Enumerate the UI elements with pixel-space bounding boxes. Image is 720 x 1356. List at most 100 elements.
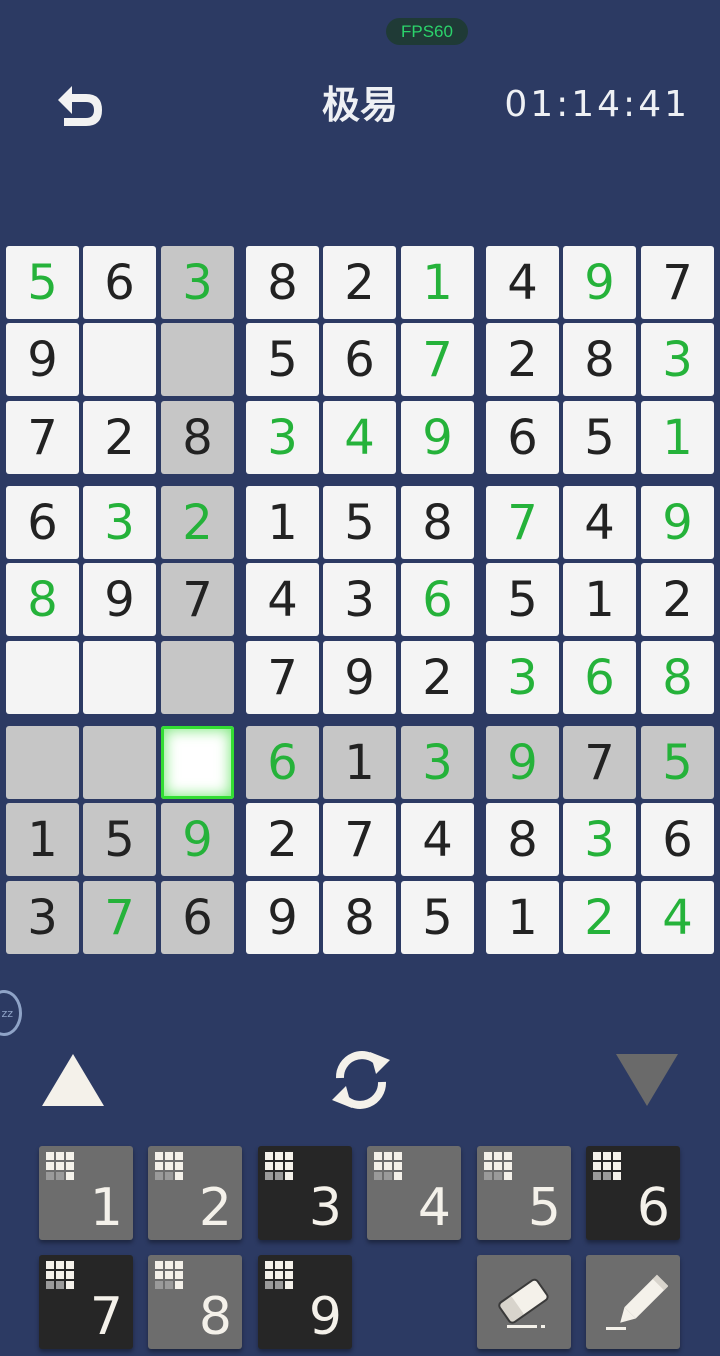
eraser-button[interactable] xyxy=(477,1255,571,1349)
board-cell[interactable]: 4 xyxy=(323,401,396,474)
board-cell[interactable] xyxy=(161,641,234,714)
board-cell[interactable]: 3 xyxy=(323,563,396,636)
board-cell[interactable]: 3 xyxy=(83,486,156,559)
board-cell[interactable]: 6 xyxy=(486,401,559,474)
selected-cell[interactable] xyxy=(161,726,234,799)
board-cell[interactable]: 1 xyxy=(563,563,636,636)
number-key-7[interactable]: 7 xyxy=(39,1255,133,1349)
board-cell[interactable]: 2 xyxy=(323,246,396,319)
notes-grid-icon xyxy=(155,1261,185,1291)
board-cell[interactable]: 7 xyxy=(6,401,79,474)
board-cell[interactable]: 6 xyxy=(323,323,396,396)
board-cell[interactable] xyxy=(83,726,156,799)
board-cell[interactable]: 2 xyxy=(246,803,319,876)
number-key-3[interactable]: 3 xyxy=(258,1146,352,1240)
board-cell[interactable] xyxy=(6,726,79,799)
board-cell[interactable]: 9 xyxy=(641,486,714,559)
board-cell[interactable]: 8 xyxy=(6,563,79,636)
number-key-2[interactable]: 2 xyxy=(148,1146,242,1240)
board-cell[interactable]: 3 xyxy=(563,803,636,876)
board-cell[interactable]: 5 xyxy=(246,323,319,396)
number-key-5[interactable]: 5 xyxy=(477,1146,571,1240)
board-cell[interactable]: 1 xyxy=(641,401,714,474)
board-cell[interactable]: 9 xyxy=(246,881,319,954)
board-cell[interactable]: 6 xyxy=(563,641,636,714)
board-cell[interactable]: 5 xyxy=(323,486,396,559)
board-cell[interactable]: 9 xyxy=(83,563,156,636)
pencil-button[interactable] xyxy=(586,1255,680,1349)
board-cell[interactable]: 6 xyxy=(83,246,156,319)
board-cell[interactable]: 8 xyxy=(161,401,234,474)
board-cell[interactable]: 8 xyxy=(563,323,636,396)
board-cell[interactable]: 5 xyxy=(6,246,79,319)
board-cell[interactable]: 4 xyxy=(401,803,474,876)
number-key-9[interactable]: 9 xyxy=(258,1255,352,1349)
board-cell[interactable]: 2 xyxy=(401,641,474,714)
board-cell[interactable]: 1 xyxy=(246,486,319,559)
board-cell[interactable]: 4 xyxy=(486,246,559,319)
board-cell[interactable]: 3 xyxy=(641,323,714,396)
back-button[interactable] xyxy=(50,80,112,136)
board-cell[interactable]: 5 xyxy=(563,401,636,474)
board-cell[interactable]: 9 xyxy=(486,726,559,799)
board-cell[interactable]: 7 xyxy=(246,641,319,714)
move-up-button[interactable] xyxy=(40,1050,106,1110)
board-cell[interactable]: 9 xyxy=(563,246,636,319)
key-digit: 6 xyxy=(636,1178,670,1238)
board-cell[interactable]: 5 xyxy=(83,803,156,876)
number-key-4[interactable]: 4 xyxy=(367,1146,461,1240)
board-cell[interactable]: 1 xyxy=(323,726,396,799)
board-cell[interactable] xyxy=(161,323,234,396)
board-cell[interactable]: 3 xyxy=(6,881,79,954)
board-cell[interactable]: 8 xyxy=(486,803,559,876)
board-cell[interactable]: 2 xyxy=(563,881,636,954)
number-key-8[interactable]: 8 xyxy=(148,1255,242,1349)
board-cell[interactable]: 7 xyxy=(83,881,156,954)
triangle-up-icon xyxy=(42,1054,104,1106)
board-cell[interactable] xyxy=(83,323,156,396)
board-cell[interactable]: 5 xyxy=(486,563,559,636)
board-cell[interactable]: 9 xyxy=(323,641,396,714)
board-cell[interactable]: 1 xyxy=(486,881,559,954)
board-cell[interactable]: 8 xyxy=(246,246,319,319)
board-cell[interactable]: 1 xyxy=(6,803,79,876)
board-cell[interactable]: 7 xyxy=(323,803,396,876)
board-cell[interactable]: 8 xyxy=(641,641,714,714)
board-cell[interactable]: 6 xyxy=(161,881,234,954)
board-cell[interactable] xyxy=(6,641,79,714)
board-cell[interactable]: 5 xyxy=(641,726,714,799)
side-tab[interactable]: zz xyxy=(0,990,22,1036)
board-cell[interactable]: 7 xyxy=(486,486,559,559)
board-cell[interactable]: 8 xyxy=(323,881,396,954)
board-cell[interactable]: 3 xyxy=(246,401,319,474)
board-cell[interactable]: 2 xyxy=(161,486,234,559)
board-cell[interactable]: 2 xyxy=(83,401,156,474)
board-cell[interactable]: 6 xyxy=(6,486,79,559)
board-cell[interactable]: 8 xyxy=(401,486,474,559)
board-cell[interactable]: 9 xyxy=(6,323,79,396)
board-cell[interactable]: 2 xyxy=(641,563,714,636)
board-cell[interactable] xyxy=(83,641,156,714)
board-cell[interactable]: 6 xyxy=(641,803,714,876)
board-cell[interactable]: 7 xyxy=(641,246,714,319)
board-cell[interactable]: 5 xyxy=(401,881,474,954)
board-cell[interactable]: 4 xyxy=(563,486,636,559)
rotate-button[interactable] xyxy=(326,1048,396,1112)
board-cell[interactable]: 2 xyxy=(486,323,559,396)
board-cell[interactable]: 3 xyxy=(161,246,234,319)
board-cell[interactable]: 3 xyxy=(486,641,559,714)
number-key-6[interactable]: 6 xyxy=(586,1146,680,1240)
board-cell[interactable]: 6 xyxy=(246,726,319,799)
board-cell[interactable]: 7 xyxy=(563,726,636,799)
board-cell[interactable]: 7 xyxy=(161,563,234,636)
board-cell[interactable]: 9 xyxy=(401,401,474,474)
board-cell[interactable]: 4 xyxy=(641,881,714,954)
board-cell[interactable]: 3 xyxy=(401,726,474,799)
board-cell[interactable]: 7 xyxy=(401,323,474,396)
board-cell[interactable]: 6 xyxy=(401,563,474,636)
move-down-button[interactable] xyxy=(612,1050,682,1110)
board-cell[interactable]: 9 xyxy=(161,803,234,876)
board-cell[interactable]: 1 xyxy=(401,246,474,319)
board-cell[interactable]: 4 xyxy=(246,563,319,636)
number-key-1[interactable]: 1 xyxy=(39,1146,133,1240)
